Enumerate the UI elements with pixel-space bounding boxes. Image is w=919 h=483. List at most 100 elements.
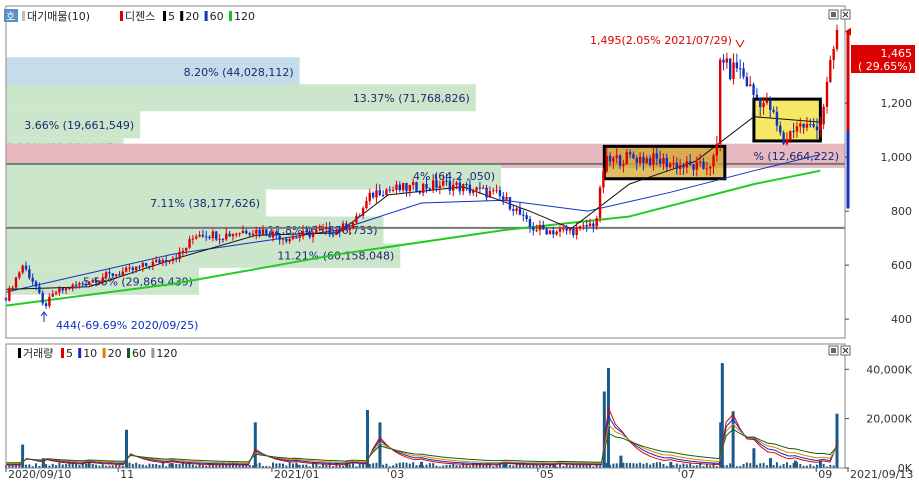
candle-body <box>201 234 205 237</box>
candle-body <box>265 229 268 236</box>
candle-body <box>678 165 682 170</box>
volume-axis-label: 20,000K <box>866 413 912 426</box>
price-legend[interactable]: 호 대기매물(10) 디젠스 5 20 60 120 <box>4 9 255 23</box>
volume-bar <box>432 463 435 468</box>
volume-bar <box>420 461 423 468</box>
candle-body <box>338 230 341 232</box>
legend-label[interactable]: 거래량 <box>23 347 53 360</box>
volume-bar <box>793 460 797 468</box>
candle <box>415 181 418 193</box>
chart-canvas[interactable]: 8.20% (44,028,112) 13.37% (71,768,826) 3.6… <box>0 0 919 481</box>
supply-zone-label: 8.20% (44,028,112) <box>184 66 294 79</box>
candle-body <box>395 184 398 190</box>
volume-bar <box>785 462 788 468</box>
volume-bar <box>729 463 732 468</box>
candle-body <box>779 125 782 133</box>
candle-body <box>48 296 51 306</box>
candle-body <box>435 180 438 189</box>
legend-label[interactable]: 60 <box>210 10 224 23</box>
candle-body <box>341 223 345 232</box>
candle-body <box>148 265 151 267</box>
candle-body <box>134 266 138 271</box>
candle-body <box>592 223 595 227</box>
legend-label[interactable]: 10 <box>83 347 97 360</box>
candle-body <box>488 190 492 198</box>
candle-body <box>735 62 739 69</box>
candle-body <box>361 208 365 216</box>
candle-body <box>398 184 402 191</box>
candle-body <box>835 29 839 49</box>
candle-body <box>158 259 161 263</box>
candle-body <box>682 165 685 168</box>
candle-body <box>138 266 141 268</box>
candle-body <box>729 58 732 80</box>
volume-bar <box>141 464 144 468</box>
legend-label[interactable]: 디젠스 <box>125 10 155 23</box>
legend-label[interactable]: 대기매물(10) <box>27 10 90 23</box>
volume-bar <box>619 455 623 468</box>
candle-body <box>205 236 208 238</box>
x-axis-label: 11 <box>120 468 134 479</box>
candle-body <box>652 153 655 165</box>
legend-label[interactable]: 5 <box>66 347 73 360</box>
candle-body <box>812 124 815 127</box>
candle-body <box>492 190 495 192</box>
current-price-change: ( 29.65%) <box>858 60 912 73</box>
candle-body <box>825 81 829 107</box>
candle-body <box>668 163 672 168</box>
candle-body <box>782 132 785 145</box>
candle-body <box>198 234 201 237</box>
volume-bar <box>428 463 431 468</box>
price-axis-label: 800 <box>891 205 912 218</box>
candle <box>729 58 732 81</box>
legend-swatch <box>180 11 184 21</box>
candle-body <box>832 48 835 61</box>
volume-bar <box>645 462 648 468</box>
price-axis-label: 400 <box>891 313 912 326</box>
candle-body <box>41 292 44 304</box>
candle-body <box>285 238 288 242</box>
candle-body <box>715 143 719 156</box>
legend-label[interactable]: 20 <box>185 10 199 23</box>
candle-body <box>732 62 735 80</box>
candle-body <box>618 155 622 166</box>
volume-bar <box>622 462 625 468</box>
volume-bar <box>362 463 365 468</box>
candle <box>718 57 722 152</box>
candle-body <box>745 76 749 87</box>
candle-body <box>411 182 415 185</box>
volume-bar <box>625 463 628 468</box>
candle-body <box>632 154 635 159</box>
candle-body <box>218 239 221 241</box>
candle-body <box>185 247 188 251</box>
legend-label[interactable]: 20 <box>108 347 122 360</box>
supply-zone-label: 4% (64,2 ,050) <box>413 170 495 183</box>
candle-body <box>408 184 412 192</box>
candle-body <box>124 267 128 272</box>
candle-body <box>688 161 692 165</box>
candle-body <box>522 214 525 216</box>
candle-body <box>181 250 185 252</box>
candle-body <box>578 226 582 228</box>
x-axis-label: 03 <box>390 468 404 479</box>
candle-body <box>482 187 485 189</box>
candle-body <box>128 267 131 269</box>
legend-label[interactable]: 5 <box>168 10 175 23</box>
volume-bar <box>782 464 785 468</box>
candle-body <box>24 265 28 270</box>
volume-bar <box>191 464 194 468</box>
volume-bar <box>632 463 635 468</box>
candle-body <box>161 259 165 263</box>
candle-body <box>164 259 168 262</box>
candle-body <box>702 161 705 169</box>
volume-bar <box>759 463 762 468</box>
legend-label[interactable]: 120 <box>234 10 255 23</box>
candle-body <box>532 227 535 231</box>
candle-body <box>505 197 508 200</box>
legend-label[interactable]: 60 <box>132 347 146 360</box>
candle-body <box>18 272 21 278</box>
candle-body <box>355 215 358 223</box>
volume-bar <box>675 463 678 468</box>
candle-body <box>542 224 545 230</box>
legend-label[interactable]: 120 <box>156 347 177 360</box>
